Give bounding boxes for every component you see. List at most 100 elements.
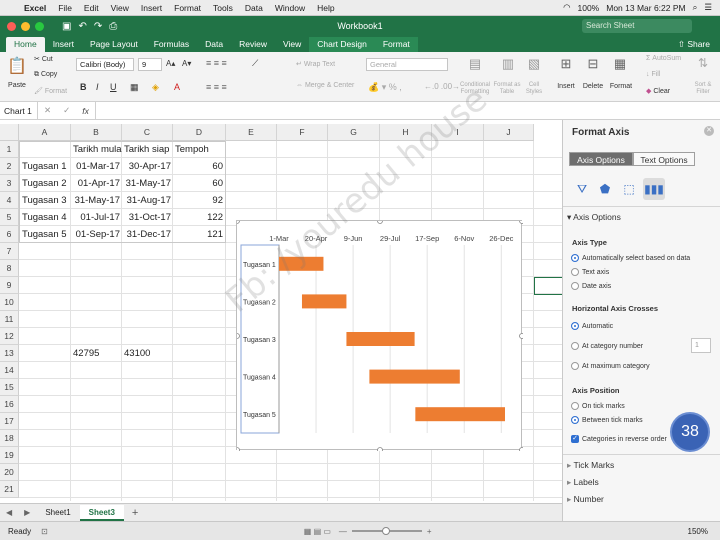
- active-cell[interactable]: [534, 277, 562, 295]
- cell-b2[interactable]: 01-Mar-17: [71, 158, 122, 175]
- radio-axis-date[interactable]: Date axis: [571, 282, 611, 290]
- wrap-text-button[interactable]: ↵ Wrap Text: [296, 60, 335, 68]
- cell-b4[interactable]: 31-May-17: [71, 192, 122, 209]
- align-left-icon[interactable]: ≡ ≡ ≡: [206, 82, 227, 92]
- cell-b3[interactable]: 01-Apr-17: [71, 175, 122, 192]
- paste-icon[interactable]: 📋: [6, 56, 28, 76]
- cell-d5[interactable]: 122: [173, 209, 225, 226]
- number-format-select[interactable]: General: [366, 58, 448, 71]
- row-header-18[interactable]: 18: [0, 430, 19, 447]
- radio-crosses-auto[interactable]: Automatic: [571, 322, 613, 330]
- sort-filter-icon[interactable]: ⇅: [690, 56, 716, 70]
- zoom-level[interactable]: 150%: [688, 527, 720, 536]
- cell-a4[interactable]: Tugasan 3: [20, 192, 69, 209]
- menu-window[interactable]: Window: [269, 3, 311, 13]
- tab-view[interactable]: View: [275, 37, 309, 52]
- autosum-button[interactable]: Σ AutoSum: [646, 55, 681, 62]
- italic-icon[interactable]: I: [96, 82, 99, 92]
- delete-cells-icon[interactable]: ⊟: [583, 56, 603, 72]
- select-all-corner[interactable]: [0, 124, 19, 141]
- underline-icon[interactable]: U: [110, 82, 117, 92]
- size-properties-icon[interactable]: ⬚: [618, 178, 640, 200]
- menu-excel[interactable]: Excel: [18, 3, 52, 13]
- zoom-in-icon[interactable]: +: [427, 527, 432, 536]
- radio-on-tick-marks[interactable]: On tick marks: [571, 402, 625, 410]
- format-as-table-button[interactable]: Format as Table: [492, 82, 522, 96]
- sheet-tab-sheet3[interactable]: Sheet3: [79, 504, 124, 521]
- effects-pentagon-icon[interactable]: ⬟: [594, 178, 616, 200]
- font-name-select[interactable]: Calibri (Body): [76, 58, 134, 71]
- sheet-tab-sheet1[interactable]: Sheet1: [36, 505, 79, 521]
- cell-b5[interactable]: 01-Jul-17: [71, 209, 122, 226]
- font-size-select[interactable]: 9: [138, 58, 162, 71]
- tab-insert[interactable]: Insert: [45, 37, 82, 52]
- row-header-5[interactable]: 5: [0, 209, 19, 226]
- zoom-slider[interactable]: [351, 527, 422, 535]
- increase-font-icon[interactable]: A▴: [166, 59, 175, 68]
- undo-icon[interactable]: ↶: [78, 21, 86, 32]
- scroll-left-icon[interactable]: ◀: [0, 508, 18, 517]
- currency-icon[interactable]: 💰 ▾ % ,: [368, 82, 402, 93]
- tab-axis-options[interactable]: Axis Options: [569, 152, 633, 166]
- column-header-e[interactable]: E: [226, 124, 277, 141]
- scroll-right-icon[interactable]: ▶: [18, 508, 36, 517]
- cell-c6[interactable]: 31-Dec-17: [122, 226, 173, 243]
- delete-cells-button[interactable]: Delete: [581, 83, 605, 90]
- add-sheet-icon[interactable]: +: [124, 507, 146, 519]
- row-header-4[interactable]: 4: [0, 192, 19, 209]
- row-header-21[interactable]: 21: [0, 481, 19, 498]
- share-button[interactable]: ⇧ Share: [678, 37, 720, 52]
- notification-icon[interactable]: ☰: [704, 2, 712, 13]
- row-header-14[interactable]: 14: [0, 362, 19, 379]
- section-axis-options[interactable]: ▾ Axis Options: [567, 212, 621, 223]
- menu-data[interactable]: Data: [239, 3, 269, 13]
- insert-cells-button[interactable]: Insert: [554, 83, 578, 90]
- borders-icon[interactable]: ▦: [130, 82, 139, 93]
- function-icon[interactable]: fx: [76, 106, 95, 116]
- save-icon[interactable]: ▣: [62, 21, 71, 32]
- column-header-b[interactable]: B: [71, 124, 122, 141]
- format-cells-icon[interactable]: ▦: [610, 56, 630, 72]
- cell-c13[interactable]: 43100: [122, 345, 152, 362]
- cell-d3[interactable]: 60: [173, 175, 225, 192]
- radio-crosses-max[interactable]: At maximum category: [571, 362, 650, 370]
- tab-review[interactable]: Review: [231, 37, 275, 52]
- format-as-table-icon[interactable]: ▥: [494, 56, 522, 72]
- cell-a6[interactable]: Tugasan 5: [20, 226, 69, 243]
- macro-record-icon[interactable]: ⊡: [41, 527, 48, 536]
- tab-format[interactable]: Format: [374, 37, 418, 52]
- cell-c1[interactable]: Tarikh siap: [122, 141, 171, 158]
- radio-axis-auto[interactable]: Automatically select based on data: [571, 254, 690, 262]
- cell-b1[interactable]: Tarikh mula: [71, 141, 124, 158]
- cell-c4[interactable]: 31-Aug-17: [122, 192, 173, 209]
- row-header-17[interactable]: 17: [0, 413, 19, 430]
- worksheet-grid[interactable]: ABCDEFGHIJ 1 2 3 4 5 6 7 8 9 10 11 12 13 14 15 16 17 18 19…: [0, 120, 562, 503]
- tab-page-layout[interactable]: Page Layout: [82, 37, 146, 52]
- axis-options-bar-icon[interactable]: ▮▮▮: [643, 178, 665, 200]
- cut-button[interactable]: ✂ Cut: [34, 55, 53, 63]
- cell-c3[interactable]: 31-May-17: [122, 175, 173, 192]
- cell-a3[interactable]: Tugasan 2: [20, 175, 69, 192]
- cell-b13[interactable]: 42795: [71, 345, 101, 362]
- row-header-8[interactable]: 8: [0, 260, 19, 277]
- menu-edit[interactable]: Edit: [78, 3, 105, 13]
- confirm-formula-icon[interactable]: ✓: [57, 105, 76, 116]
- checkbox-reverse-order[interactable]: ✓ Categories in reverse order: [571, 435, 667, 443]
- fill-color-icon[interactable]: ◈: [152, 82, 159, 93]
- copy-button[interactable]: ⧉ Copy: [34, 71, 57, 79]
- cell-a2[interactable]: Tugasan 1: [20, 158, 69, 175]
- cell-a5[interactable]: Tugasan 4: [20, 209, 69, 226]
- battery-percent[interactable]: 100%: [577, 3, 599, 13]
- close-window-icon[interactable]: [7, 21, 16, 31]
- cell-d1[interactable]: Tempoh: [173, 141, 211, 158]
- minimize-window-icon[interactable]: [21, 21, 30, 31]
- cancel-formula-icon[interactable]: ✕: [38, 105, 57, 116]
- paste-button[interactable]: Paste: [6, 82, 28, 89]
- row-header-12[interactable]: 12: [0, 328, 19, 345]
- clear-button[interactable]: ◆ Clear: [646, 87, 670, 95]
- tab-text-options[interactable]: Text Options: [633, 152, 695, 166]
- format-cells-button[interactable]: Format: [608, 83, 634, 90]
- menu-format[interactable]: Format: [168, 3, 207, 13]
- row-header-15[interactable]: 15: [0, 379, 19, 396]
- normal-view-icon[interactable]: ▦ ▤ ▭: [304, 527, 331, 536]
